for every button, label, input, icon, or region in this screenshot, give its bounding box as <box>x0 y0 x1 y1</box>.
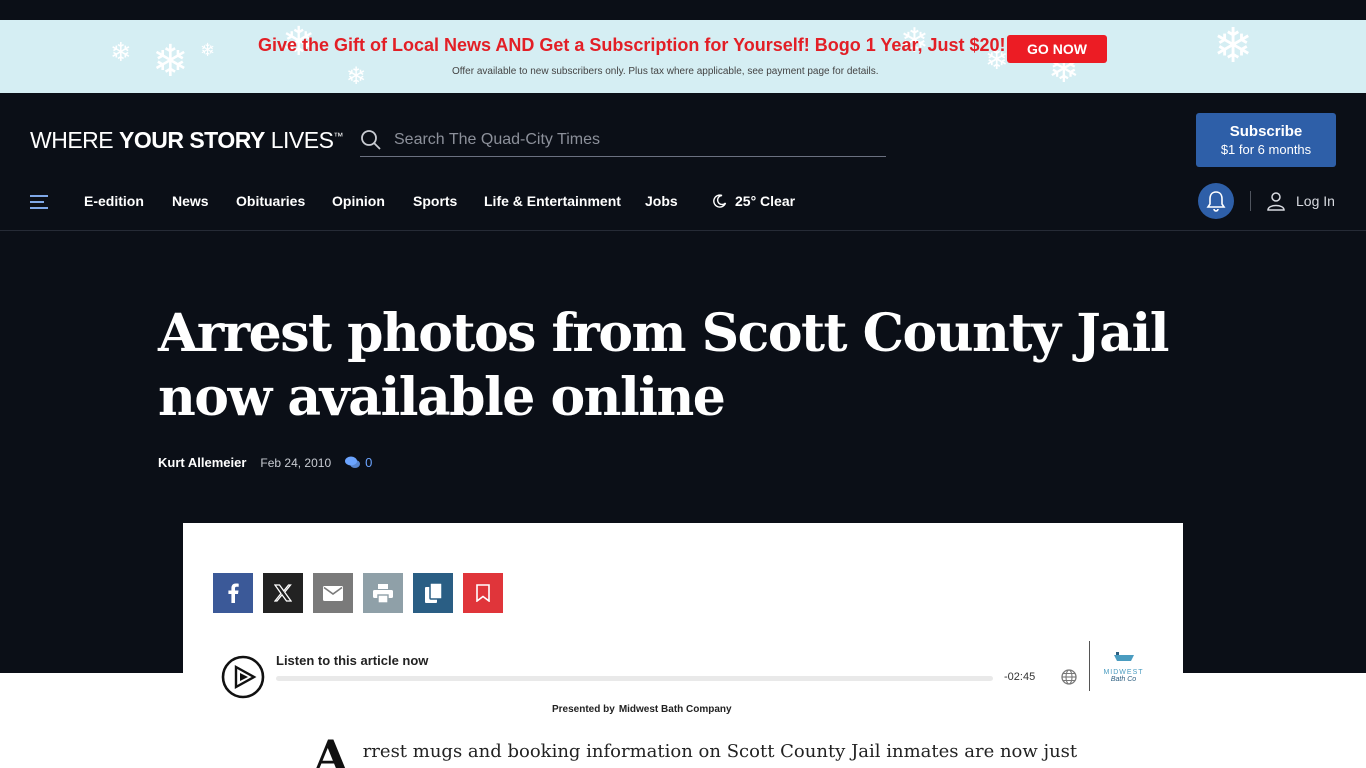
print-button[interactable] <box>363 573 403 613</box>
article-body: A rrest mugs and booking information on … <box>313 730 1078 768</box>
search-icon[interactable] <box>360 129 382 151</box>
x-icon <box>274 584 292 602</box>
hamburger-icon[interactable] <box>30 194 48 215</box>
nav-item-opinion[interactable]: Opinion <box>332 193 385 209</box>
sponsor-logo-name: MIDWEST <box>1103 669 1144 676</box>
nav-item-news[interactable]: News <box>172 193 209 209</box>
site-header: WHERE YOUR STORY LIVES™ Subscribe $1 for… <box>0 93 1366 231</box>
snowflake-icon: ❄ <box>1213 20 1254 74</box>
share-x-button[interactable] <box>263 573 303 613</box>
language-button[interactable] <box>1061 669 1077 690</box>
copy-icon <box>424 583 442 603</box>
time-remaining: -02:45 <box>1004 671 1036 683</box>
site-logo[interactable]: WHERE YOUR STORY LIVES™ <box>30 127 343 154</box>
user-icon <box>1267 192 1285 211</box>
weather-widget[interactable]: 25° Clear <box>713 193 795 209</box>
comments-link[interactable]: 0 <box>345 455 372 470</box>
nav-item-jobs[interactable]: Jobs <box>645 193 678 209</box>
top-strip <box>0 0 1366 20</box>
nav-item-sports[interactable]: Sports <box>413 193 457 209</box>
login-link[interactable]: Log In <box>1266 191 1335 211</box>
subscribe-button[interactable]: Subscribe $1 for 6 months <box>1196 113 1336 167</box>
email-icon <box>323 585 343 601</box>
nav-item-obituaries[interactable]: Obituaries <box>236 193 305 209</box>
print-icon <box>373 583 393 603</box>
weather-label: 25° Clear <box>735 193 796 209</box>
article-card: Listen to this article now -02:45 MIDWES… <box>183 523 1183 768</box>
go-now-button[interactable]: GO NOW <box>1007 35 1107 63</box>
promo-banner[interactable]: ❄ ❄ ❄ ❄ ❄ ❄ ❄ ❄ ❄ Give the Gift of Local… <box>0 20 1366 93</box>
play-icon <box>221 655 265 699</box>
article-byline: Kurt Allemeier Feb 24, 2010 0 <box>158 455 372 470</box>
comment-count: 0 <box>365 455 373 470</box>
logo-text-1: WHERE <box>30 127 119 153</box>
sponsor-divider <box>1089 641 1090 691</box>
share-toolbar <box>213 573 503 613</box>
bell-icon <box>1206 191 1226 212</box>
publish-date: Feb 24, 2010 <box>260 455 332 470</box>
article-first-line: rrest mugs and booking information on Sc… <box>362 741 1078 762</box>
share-email-button[interactable] <box>313 573 353 613</box>
presented-by-label: Presented by <box>552 704 615 715</box>
sponsor-name[interactable]: Midwest Bath Company <box>619 704 732 715</box>
nav-divider <box>1250 191 1251 211</box>
logo-text-3: LIVES <box>264 127 334 153</box>
nav-item-life-entertainment[interactable]: Life & Entertainment <box>484 193 621 209</box>
subscribe-label: Subscribe <box>1229 123 1303 140</box>
search-bar[interactable] <box>360 123 886 157</box>
drop-cap: A <box>313 730 349 768</box>
sponsor-logo[interactable]: MIDWEST Bath Co <box>1096 649 1151 683</box>
listen-label: Listen to this article now <box>276 653 429 668</box>
author-name[interactable]: Kurt Allemeier <box>158 455 246 470</box>
audio-player: Listen to this article now -02:45 MIDWES… <box>221 641 1161 715</box>
nav-item-e-edition[interactable]: E-edition <box>84 193 144 209</box>
snowflake-icon: ❄ <box>346 62 367 90</box>
comment-icon <box>345 456 361 468</box>
login-label: Log In <box>1296 193 1335 209</box>
bookmark-button[interactable] <box>463 573 503 613</box>
presented-by: Presented by Midwest Bath Company <box>552 704 732 715</box>
snowflake-icon: ❄ <box>152 36 189 87</box>
sponsor-logo-script: Bath Co <box>1110 676 1137 683</box>
main-nav: E-edition News Obituaries Opinion Sports… <box>0 183 1366 221</box>
facebook-icon <box>228 583 239 603</box>
logo-trademark: ™ <box>333 131 343 143</box>
bookmark-icon <box>476 584 490 602</box>
play-button[interactable] <box>221 655 265 704</box>
share-facebook-button[interactable] <box>213 573 253 613</box>
logo-text-2: YOUR STORY <box>119 127 265 153</box>
moon-icon <box>713 194 727 208</box>
article-headline: Arrest photos from Scott County Jail now… <box>158 303 1170 428</box>
copy-link-button[interactable] <box>413 573 453 613</box>
search-input[interactable] <box>394 130 874 149</box>
snowflake-icon: ❄ <box>200 40 216 61</box>
bathtub-icon <box>1113 652 1134 661</box>
subscribe-offer: $1 for 6 months <box>1220 142 1312 157</box>
audio-progress-bar[interactable] <box>276 676 993 681</box>
promo-disclaimer: Offer available to new subscribers only.… <box>452 66 879 77</box>
promo-headline[interactable]: Give the Gift of Local News AND Get a Su… <box>258 35 1006 56</box>
globe-icon <box>1061 669 1077 685</box>
notifications-button[interactable] <box>1198 183 1234 219</box>
snowflake-icon: ❄ <box>110 38 132 68</box>
